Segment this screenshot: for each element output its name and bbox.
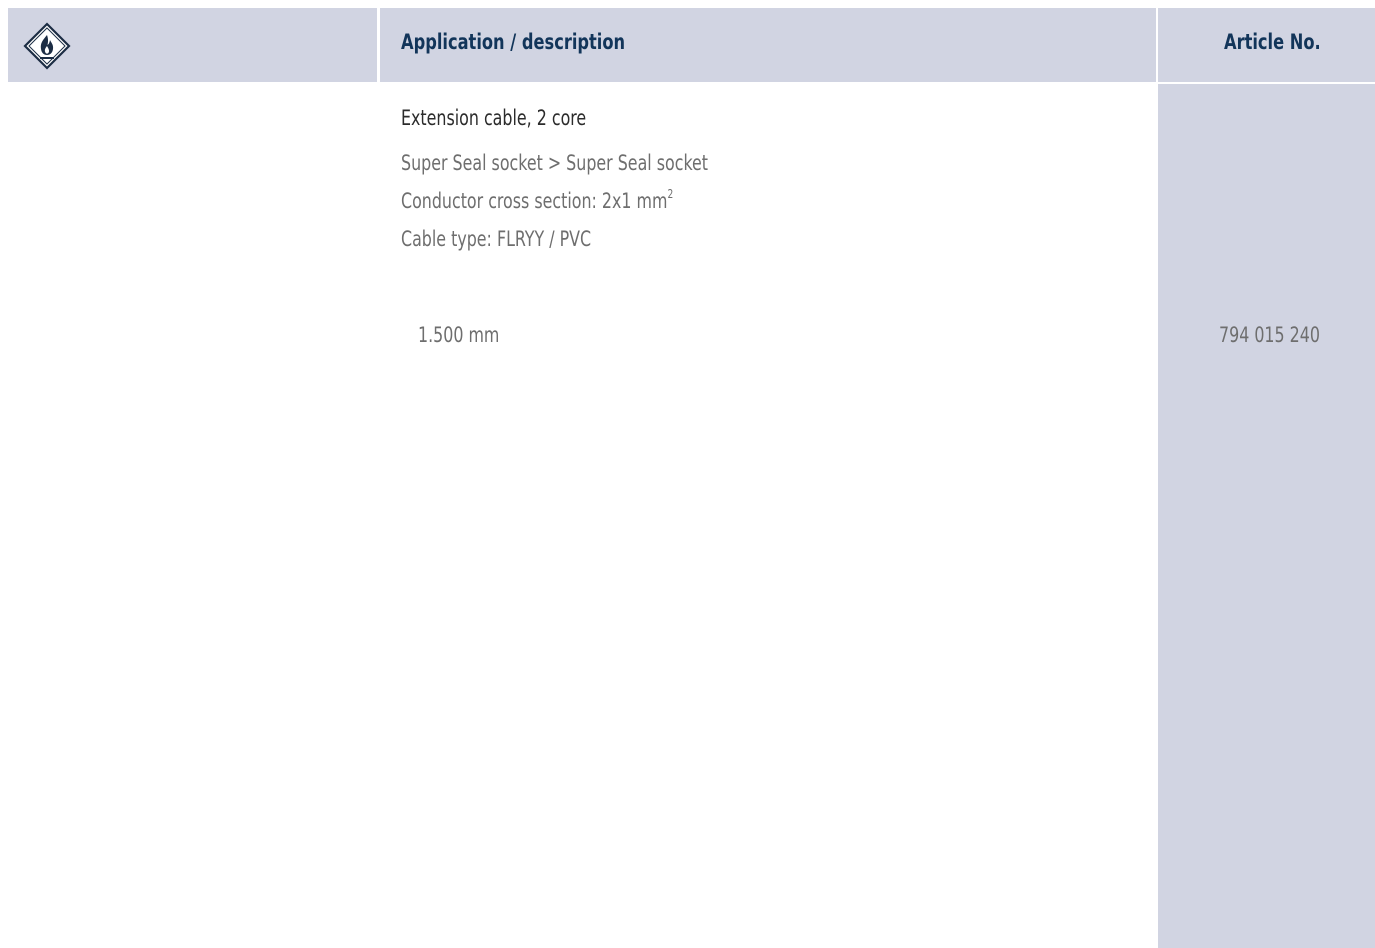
spec-connection: Super Seal socket > Super Seal socket xyxy=(401,151,709,175)
header-article-number: Article No. xyxy=(1224,30,1321,54)
header-application-description: Application / description xyxy=(401,30,626,54)
product-title: Extension cable, 2 core xyxy=(401,106,587,130)
article-number-column xyxy=(1158,84,1375,948)
spec-cross-section-text: Conductor cross section: 2x1 mm xyxy=(401,189,668,213)
row-length: 1.500 mm xyxy=(418,323,500,347)
spec-cross-section-superscript: 2 xyxy=(667,187,674,201)
row-article-number: 794 015 240 xyxy=(1219,323,1320,347)
flammable-hazard-icon xyxy=(23,22,71,70)
spec-cross-section: Conductor cross section: 2x1 mm2 xyxy=(401,187,674,213)
spec-cable-type: Cable type: FLRYY / PVC xyxy=(401,227,592,251)
